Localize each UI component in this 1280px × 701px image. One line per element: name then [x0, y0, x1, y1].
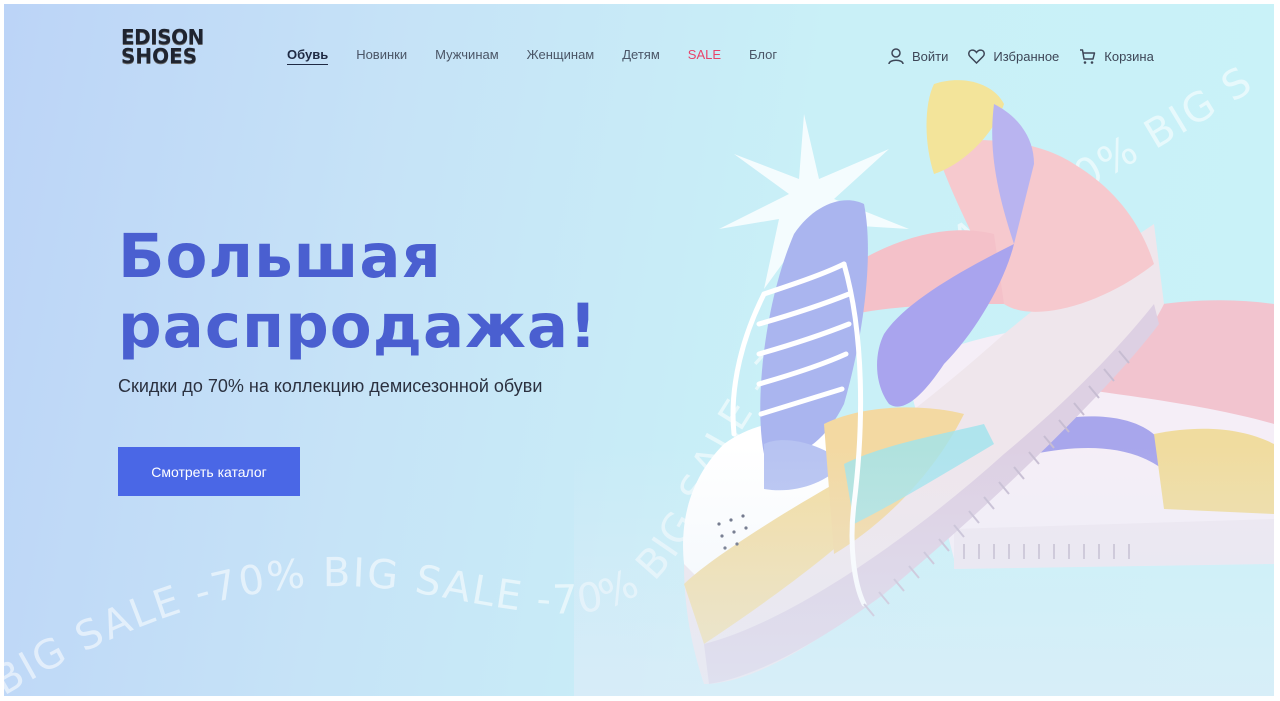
- cart-label: Корзина: [1104, 49, 1154, 64]
- hero-title-line1: Большая: [118, 221, 442, 292]
- favorites-button[interactable]: Избранное: [968, 49, 1059, 64]
- login-label: Войти: [912, 49, 949, 64]
- header-actions: Войти Избранное Корзина: [888, 48, 1174, 65]
- hero-subtitle: Скидки до 70% на коллекцию демисезонной …: [118, 376, 543, 396]
- login-button[interactable]: Войти: [888, 48, 948, 65]
- brand-logo-line2: SHOES: [121, 44, 198, 68]
- nav-item-men[interactable]: Мужчинам: [435, 47, 499, 62]
- nav-item-shoes[interactable]: Обувь: [287, 47, 329, 65]
- favorites-label: Избранное: [993, 49, 1060, 64]
- cart-button[interactable]: Корзина: [1079, 48, 1154, 65]
- cart-icon: [1080, 48, 1096, 64]
- view-catalog-button[interactable]: Смотреть каталог: [118, 447, 300, 496]
- nav-item-blog[interactable]: Блог: [749, 47, 777, 62]
- brand-logo[interactable]: EDISON SHOES: [121, 27, 204, 68]
- hero-banner: BIG SALE -70% BIG SALE -70% BIG SALE -70…: [4, 4, 1274, 696]
- user-icon: [888, 48, 904, 65]
- nav-item-sale[interactable]: SALE: [688, 47, 721, 62]
- nav-item-kids[interactable]: Детям: [622, 47, 660, 62]
- hero-title: Большая распродажа!: [118, 222, 598, 362]
- nav-item-new[interactable]: Новинки: [356, 47, 407, 62]
- heart-icon: [968, 49, 986, 64]
- hero-title-line2: распродажа!: [118, 291, 598, 362]
- main-nav: Обувь Новинки Мужчинам Женщинам Детям SA…: [287, 47, 805, 65]
- nav-item-women[interactable]: Женщинам: [527, 47, 595, 62]
